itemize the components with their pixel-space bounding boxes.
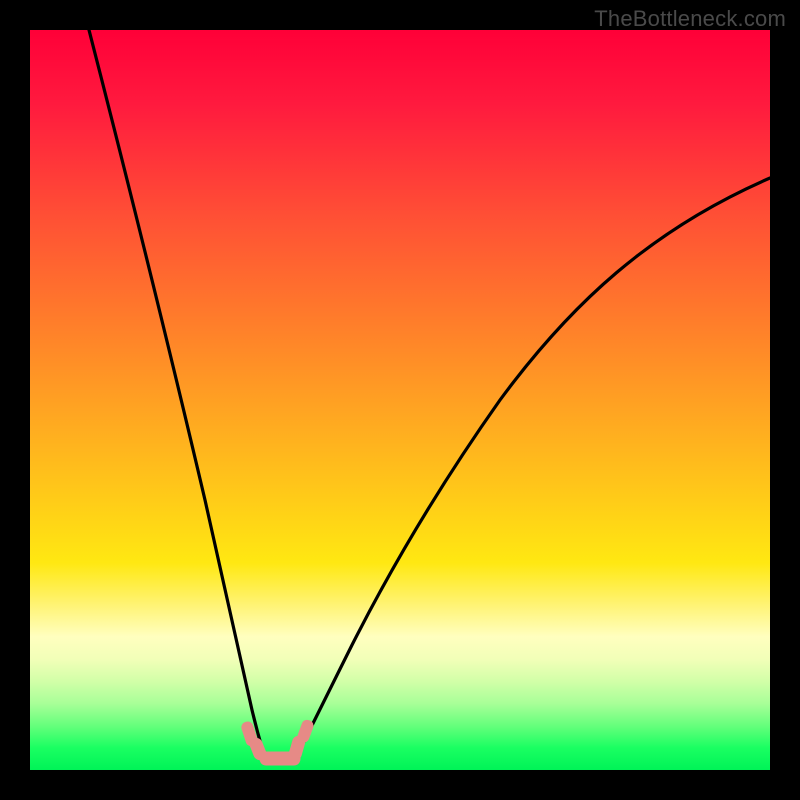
trough-marks xyxy=(241,719,315,765)
plot-area xyxy=(30,30,770,770)
curve-layer xyxy=(30,30,770,770)
chart-frame: TheBottleneck.com xyxy=(0,0,800,800)
watermark-text: TheBottleneck.com xyxy=(594,6,786,32)
curve-right-branch xyxy=(298,178,770,753)
curve-left-branch xyxy=(89,30,264,755)
